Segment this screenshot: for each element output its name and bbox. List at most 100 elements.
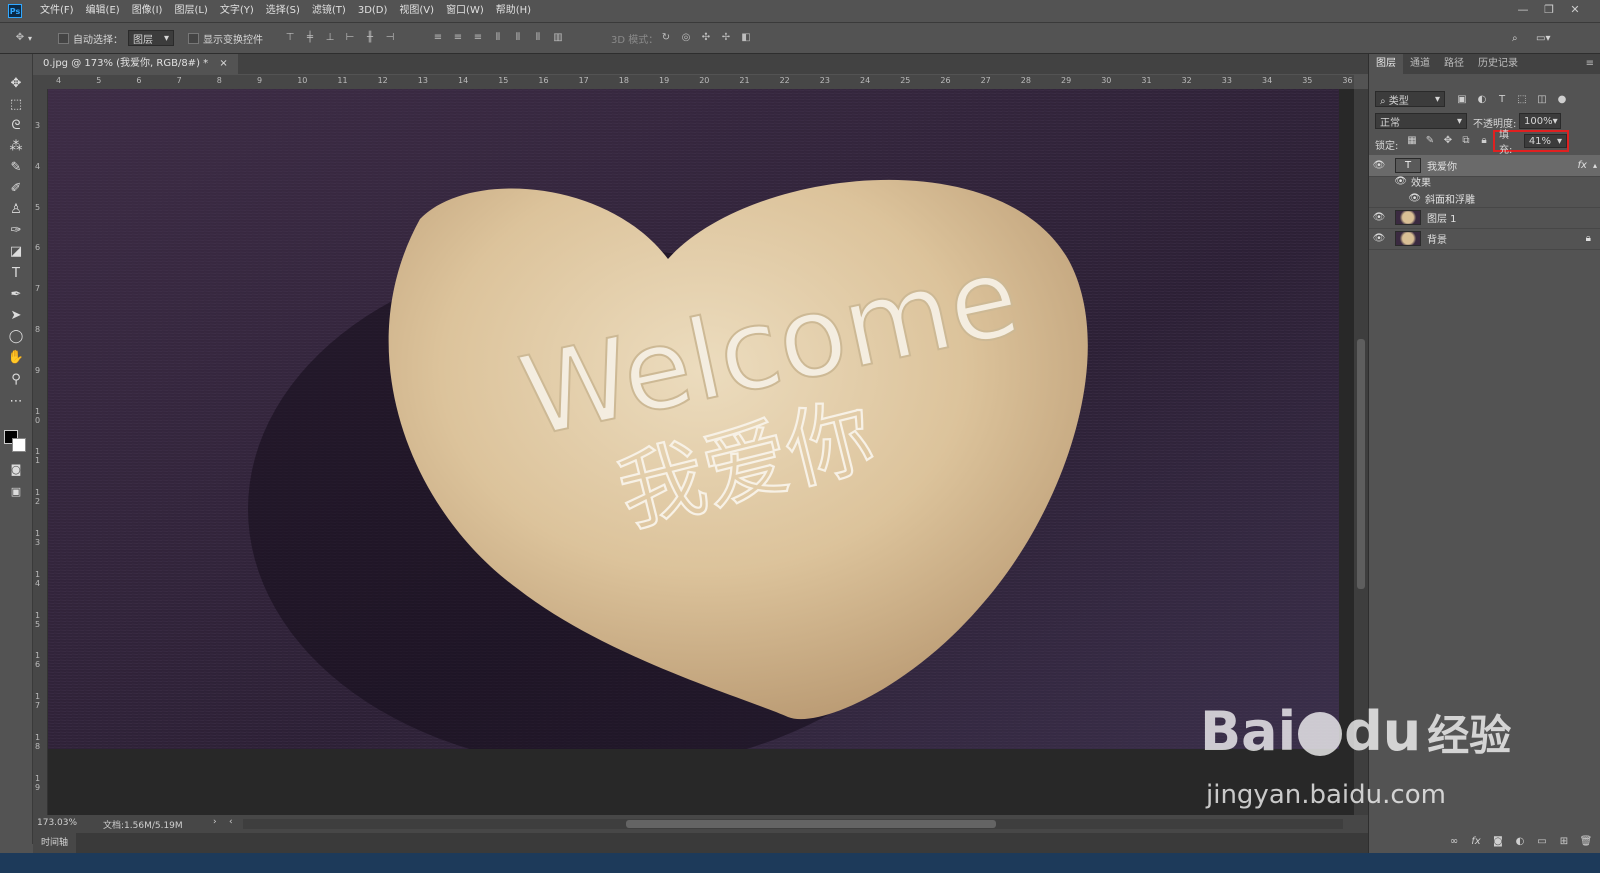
screen-mode-icon[interactable]: ▣ bbox=[4, 482, 28, 502]
horizontal-scrollbar[interactable] bbox=[243, 819, 1343, 829]
menu-help[interactable]: 帮助(H) bbox=[490, 0, 537, 22]
eyedropper-tool-icon[interactable]: ✎ bbox=[4, 158, 28, 178]
eraser-tool-icon[interactable]: ◪ bbox=[4, 242, 28, 262]
drag-3d-icon[interactable]: ✣ bbox=[700, 32, 712, 44]
menu-view[interactable]: 视图(V) bbox=[393, 0, 440, 22]
quick-select-tool-icon[interactable]: ⁂ bbox=[4, 137, 28, 157]
ruler-top[interactable]: 4 5 6 7 8 9 10 11 12 13 14 15 16 17 18 19 20 21 22 23 24 25 26… bbox=[48, 75, 1354, 90]
align-bottom-icon[interactable]: ⊥ bbox=[324, 32, 336, 44]
layer-effect-bevel-row[interactable]: 👁︎ 斜面和浮雕 bbox=[1369, 190, 1600, 208]
align-vcenter-icon[interactable]: ╪ bbox=[304, 32, 316, 44]
collapse-arrow-icon[interactable]: ▴ bbox=[1593, 161, 1597, 170]
menu-image[interactable]: 图像(I) bbox=[126, 0, 169, 22]
ellipse-tool-icon[interactable]: ◯ bbox=[4, 327, 28, 347]
align-right-icon[interactable]: ⊣ bbox=[384, 32, 396, 44]
tab-channels[interactable]: 通道 bbox=[1403, 54, 1437, 74]
visibility-eye-icon[interactable]: 👁︎ bbox=[1369, 212, 1389, 223]
trash-icon[interactable]: 🗑︎ bbox=[1579, 836, 1593, 847]
tab-paths[interactable]: 路径 bbox=[1437, 54, 1471, 74]
slide-3d-icon[interactable]: ✢ bbox=[720, 32, 732, 44]
ruler-left[interactable]: 34567891 01 11 21 31 41 51 61 71 81 92 bbox=[33, 89, 48, 815]
distribute-top-icon[interactable]: ≡ bbox=[432, 32, 444, 44]
menu-file[interactable]: 文件(F) bbox=[34, 0, 80, 22]
path-select-tool-icon[interactable]: ➤ bbox=[4, 306, 28, 326]
horizontal-scroll-thumb[interactable] bbox=[626, 820, 996, 828]
close-window-button[interactable]: ✕ bbox=[1566, 2, 1584, 18]
layer-row-image[interactable]: 👁︎ 图层 1 bbox=[1369, 207, 1600, 229]
distribute-left-icon[interactable]: ⦀ bbox=[492, 32, 504, 44]
menu-window[interactable]: 窗口(W) bbox=[440, 0, 490, 22]
menu-select[interactable]: 选择(S) bbox=[260, 0, 306, 22]
orbit-3d-icon[interactable]: ↻ bbox=[660, 32, 672, 44]
lasso-tool-icon[interactable]: ᘓ bbox=[4, 116, 28, 136]
roll-3d-icon[interactable]: ◎ bbox=[680, 32, 692, 44]
scroll-left-icon[interactable]: ‹ bbox=[229, 817, 233, 827]
filter-type-icon[interactable]: T bbox=[1495, 94, 1509, 105]
mask-icon[interactable]: ◙ bbox=[1491, 836, 1505, 847]
distribute-hcenter-icon[interactable]: ⦀ bbox=[512, 32, 524, 44]
fx-icon[interactable]: fx bbox=[1578, 160, 1587, 171]
auto-align-icon[interactable]: ▥ bbox=[552, 32, 564, 44]
visibility-eye-icon[interactable]: 👁︎ bbox=[1369, 160, 1389, 171]
align-left-icon[interactable]: ⊢ bbox=[344, 32, 356, 44]
search-icon[interactable]: ⌕ bbox=[1512, 23, 1518, 53]
layer-name[interactable]: 我爱你 bbox=[1427, 158, 1457, 173]
panel-menu-icon[interactable]: ≡ bbox=[1579, 54, 1600, 74]
layer-row-background[interactable]: 👁︎ 背景 🔒︎ bbox=[1369, 228, 1600, 250]
scale-3d-icon[interactable]: ◧ bbox=[740, 32, 752, 44]
close-tab-icon[interactable]: × bbox=[219, 58, 227, 69]
menu-3d[interactable]: 3D(D) bbox=[352, 0, 394, 22]
fill-field[interactable]: 41% ▾ bbox=[1523, 134, 1567, 148]
link-icon[interactable]: ∞ bbox=[1447, 836, 1461, 847]
lock-transparent-icon[interactable]: ▦ bbox=[1405, 135, 1419, 146]
document-tab[interactable]: 0.jpg @ 173% (我爱你, RGB/8#) * × bbox=[33, 54, 238, 74]
brush-tool-icon[interactable]: ✐ bbox=[4, 179, 28, 199]
minimize-button[interactable]: — bbox=[1514, 2, 1532, 18]
zoom-level[interactable]: 173.03% bbox=[37, 818, 77, 828]
visibility-eye-icon[interactable]: 👁︎ bbox=[1369, 176, 1411, 187]
align-hcenter-icon[interactable]: ╫ bbox=[364, 32, 376, 44]
quick-mask-icon[interactable]: ◙ bbox=[4, 460, 28, 480]
filter-toggle-icon[interactable]: ● bbox=[1555, 94, 1569, 105]
align-top-icon[interactable]: ⊤ bbox=[284, 32, 296, 44]
distribute-right-icon[interactable]: ⦀ bbox=[532, 32, 544, 44]
tab-layers[interactable]: 图层 bbox=[1369, 54, 1403, 74]
background-color-swatch[interactable] bbox=[12, 438, 26, 452]
workspace-switcher-icon[interactable]: ▭▾ bbox=[1536, 23, 1550, 53]
layer-name[interactable]: 图层 1 bbox=[1427, 210, 1457, 225]
layer-effects-row[interactable]: 👁︎ 效果 bbox=[1369, 173, 1600, 190]
menu-layer[interactable]: 图层(L) bbox=[168, 0, 213, 22]
show-transform-checkbox[interactable] bbox=[188, 32, 199, 44]
new-layer-icon[interactable]: ⊞ bbox=[1557, 836, 1571, 847]
type-tool-icon[interactable]: T bbox=[4, 264, 28, 284]
move-tool-preset[interactable]: ✥ ▾ bbox=[14, 23, 32, 53]
adjustment-icon[interactable]: ◐ bbox=[1513, 836, 1527, 847]
opacity-field[interactable]: 100% ▾ bbox=[1519, 113, 1561, 129]
distribute-bottom-icon[interactable]: ≡ bbox=[472, 32, 484, 44]
auto-select-checkbox[interactable] bbox=[58, 32, 69, 44]
lock-position-icon[interactable]: ✥ bbox=[1441, 135, 1455, 146]
marquee-tool-icon[interactable]: ⬚ bbox=[4, 95, 28, 115]
zoom-tool-icon[interactable]: ⚲ bbox=[4, 370, 28, 390]
lock-artboard-icon[interactable]: ⧉ bbox=[1459, 135, 1473, 146]
more-tools-icon[interactable]: ⋯ bbox=[4, 392, 28, 412]
menu-filter[interactable]: 滤镜(T) bbox=[306, 0, 352, 22]
lock-pixels-icon[interactable]: ✎ bbox=[1423, 135, 1437, 146]
distribute-vcenter-icon[interactable]: ≡ bbox=[452, 32, 464, 44]
menu-edit[interactable]: 编辑(E) bbox=[80, 0, 126, 22]
filter-pixel-icon[interactable]: ▣ bbox=[1455, 94, 1469, 105]
visibility-eye-icon[interactable]: 👁︎ bbox=[1369, 233, 1389, 244]
move-tool-icon[interactable]: ✥ bbox=[4, 74, 28, 94]
folder-icon[interactable]: ▭ bbox=[1535, 836, 1549, 847]
pen-tool-icon[interactable]: ✒ bbox=[4, 285, 28, 305]
stamp-tool-icon[interactable]: ♙ bbox=[4, 200, 28, 220]
layer-filter-dropdown[interactable]: ⌕ 类型 ▾ bbox=[1375, 91, 1445, 107]
visibility-eye-icon[interactable]: 👁︎ bbox=[1369, 193, 1425, 204]
fx-icon[interactable]: fx bbox=[1469, 836, 1483, 847]
blend-mode-dropdown[interactable]: 正常 ▾ bbox=[1375, 113, 1467, 129]
menu-type[interactable]: 文字(Y) bbox=[214, 0, 260, 22]
filter-adjustment-icon[interactable]: ◐ bbox=[1475, 94, 1489, 105]
lock-all-icon[interactable]: 🔒︎ bbox=[1477, 135, 1491, 146]
tab-history[interactable]: 历史记录 bbox=[1471, 54, 1525, 74]
vertical-scroll-thumb[interactable] bbox=[1357, 339, 1365, 589]
